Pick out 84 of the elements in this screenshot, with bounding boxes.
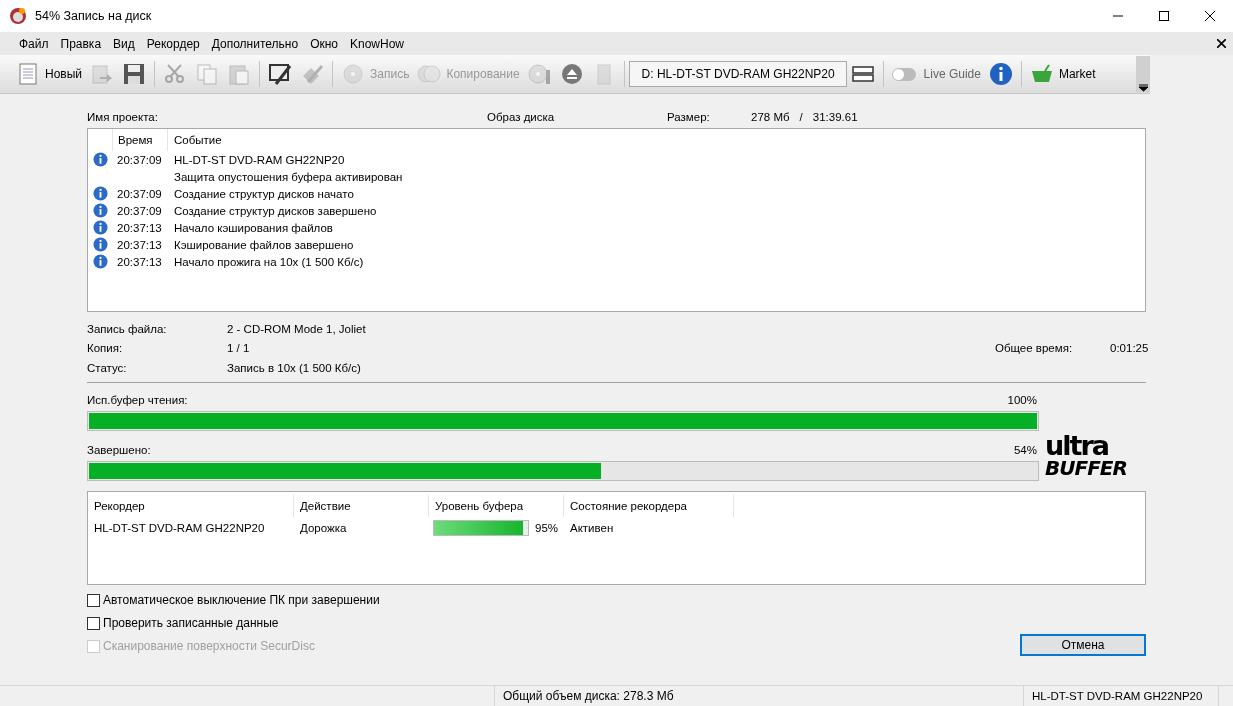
progress-reading: 54%	[1013, 443, 1037, 456]
size-value: 278 Мб	[751, 111, 790, 123]
checkbox-label[interactable]: Проверить записанные данные	[103, 616, 279, 630]
column-header[interactable]: Событие	[168, 129, 1145, 151]
detail-value: 0:01:25	[1110, 342, 1146, 355]
clipboard-icon	[227, 62, 252, 86]
folder-arrow-icon	[90, 62, 115, 86]
column-header[interactable]: Уровень буфера	[429, 494, 564, 517]
recorder-state: Активен	[570, 521, 614, 534]
log-event: Начало кэширования файлов	[174, 221, 333, 234]
log-event: Создание структур дисков завершено	[174, 204, 377, 217]
progress-label: Исп.буфер чтения:	[87, 393, 188, 406]
info-icon	[92, 186, 108, 201]
duration-value: 31:39.61	[812, 111, 858, 123]
log-event: Создание структур дисков начато	[174, 187, 354, 200]
column-header[interactable]: Время	[112, 129, 168, 151]
log-time: 20:37:09	[117, 153, 162, 166]
detail-value: 2 - CD-ROM Mode 1, Joliet	[227, 322, 366, 335]
drive-dropdown[interactable]: D: HL-DT-ST DVD-RAM GH22NP20	[628, 61, 847, 87]
document-icon	[16, 62, 40, 86]
checkbox[interactable]	[87, 593, 100, 607]
menu-item[interactable]: Окно	[305, 34, 343, 53]
info-icon	[92, 254, 108, 269]
detail-label: Статус:	[87, 361, 128, 374]
detail-value: 1 / 1	[227, 342, 250, 355]
maximize-icon	[1159, 11, 1169, 21]
eject-icon	[559, 62, 584, 86]
toolbar-button[interactable]: Market	[1025, 58, 1100, 90]
column-header[interactable]: Действие	[294, 494, 429, 517]
detail-label: Запись файла:	[87, 322, 168, 335]
live-guide-toggle[interactable]: Live Guide	[887, 67, 985, 81]
detail-label: Общее время:	[995, 342, 1074, 355]
cancel-button[interactable]: Отмена	[1020, 633, 1146, 656]
size-label: Размер:	[667, 111, 711, 123]
recorder-action: Дорожка	[300, 521, 347, 534]
info-icon	[92, 220, 108, 235]
info-icon	[988, 62, 1013, 86]
project-label: Имя проекта:	[87, 111, 159, 123]
monitor-pen-icon	[268, 62, 293, 86]
recorder-name: HL-DT-ST DVD-RAM GH22NP20	[94, 521, 265, 534]
window-title: 54% Запись на диск	[35, 9, 153, 23]
progress-label: Завершено:	[87, 443, 151, 456]
progress-reading: 100%	[1007, 393, 1037, 406]
discs-icon	[417, 62, 442, 86]
log-time: 20:37:09	[117, 187, 162, 200]
floppy-icon	[122, 62, 147, 86]
log-time: 20:37:13	[117, 255, 162, 268]
app-icon	[9, 7, 27, 25]
log-time: 20:37:13	[117, 221, 162, 234]
disc-icon	[341, 62, 366, 86]
status-drive: HL-DT-ST DVD-RAM GH22NP20	[1024, 686, 1219, 706]
copy-icon	[195, 62, 220, 86]
info-icon	[92, 237, 108, 252]
detail-value: Запись в 10x (1 500 Кб/с)	[227, 361, 361, 374]
buffer-level-reading: 95%	[535, 521, 559, 534]
separator-slash: /	[799, 111, 803, 123]
log-event: Начало прожига на 10x (1 500 Кб/с)	[174, 255, 364, 268]
status-total-size: Общий объем диска: 278.3 Мб	[495, 686, 1024, 706]
close-icon	[1205, 11, 1215, 21]
logo-text: BUFFER	[1045, 458, 1127, 478]
menu-item[interactable]: Файл	[14, 34, 54, 53]
info-icon	[92, 203, 108, 218]
project-type: Образ диска	[487, 111, 556, 123]
log-event: Защита опустошения буфера активирован	[174, 170, 403, 183]
column-header[interactable]: Рекордер	[88, 494, 294, 517]
menu-item[interactable]: Правка	[55, 34, 107, 53]
toolbar-button[interactable]: Новый	[12, 58, 87, 90]
log-time: 20:37:09	[117, 204, 162, 217]
disc-info-icon	[527, 62, 552, 86]
logo-text: ultra	[1045, 433, 1108, 459]
menu-item[interactable]: Рекордер	[141, 34, 205, 53]
caret-icon	[1138, 84, 1148, 92]
log-event: HL-DT-ST DVD-RAM GH22NP20	[174, 153, 345, 166]
detail-label: Копия:	[87, 342, 124, 355]
info-icon	[92, 152, 108, 167]
checkbox-label[interactable]: Автоматическое выключение ПК при завершении	[103, 593, 380, 607]
toolbar-overflow-button[interactable]	[1136, 56, 1150, 92]
menu-item[interactable]: Дополнительно	[206, 34, 304, 53]
checkbox[interactable]	[87, 616, 100, 630]
menu-item[interactable]: Вид	[108, 34, 140, 53]
log-event: Кэширование файлов завершено	[174, 238, 354, 251]
log-time: 20:37:13	[117, 238, 162, 251]
column-header[interactable]: Состояние рекордера	[564, 494, 734, 517]
menu-item[interactable]: KnowHow	[345, 34, 410, 53]
